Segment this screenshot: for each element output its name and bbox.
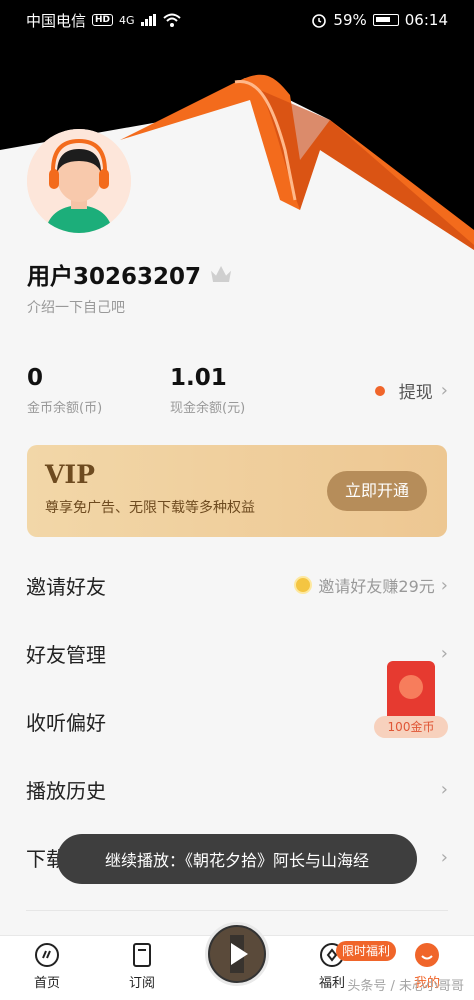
vip-open-button[interactable]: 立即开通 (327, 471, 427, 511)
red-packet-icon (399, 675, 423, 699)
network-type: 4G (119, 13, 135, 27)
vip-description: 尊享免广告、无限下载等多种权益 (45, 500, 255, 516)
vip-card[interactable]: VIP 尊享免广告、无限下载等多种权益 立即开通 (27, 445, 447, 537)
wifi-icon (162, 13, 181, 27)
cash-balance-label: 现金余额(元) (170, 401, 246, 416)
signal-icon (140, 14, 156, 26)
chevron-right-icon: › (440, 642, 448, 664)
battery-percent: 59% (333, 11, 367, 29)
tab-subscribe-label: 订阅 (128, 976, 155, 991)
coin-balance-label: 金币余额(币) (27, 401, 103, 416)
chevron-right-icon: › (440, 778, 448, 800)
tab-home[interactable]: 首页 (17, 942, 77, 991)
vip-title: VIP (45, 460, 95, 489)
alarm-icon (312, 14, 327, 28)
withdraw-label: 提现 (398, 383, 433, 403)
tab-welfare-label: 福利 (318, 976, 345, 991)
notification-dot (374, 385, 385, 396)
menu-item-label: 收听偏好 (26, 710, 106, 735)
username: 用户30263207 (27, 264, 202, 290)
divider (26, 910, 448, 911)
withdraw-button[interactable]: 提现 › (374, 378, 448, 403)
menu-item-label: 好友管理 (26, 642, 106, 667)
username-row[interactable]: 用户30263207 (27, 257, 232, 291)
tab-home-label: 首页 (33, 976, 60, 991)
carrier-name: 中国电信 (26, 11, 87, 30)
bookmark-icon (133, 943, 151, 967)
menu-item-invite[interactable]: 邀请好友 邀请好友赚29元 › (0, 551, 474, 619)
continue-playing-text: 继续播放：《朝花夕拾》阿长与山海经 (104, 851, 369, 870)
invite-hint: 邀请好友赚29元 (318, 577, 435, 596)
status-bar: 中国电信 HD 4G 59% 06:14 (0, 0, 474, 40)
chevron-right-icon: › (440, 846, 448, 868)
crown-icon (211, 266, 232, 282)
cash-balance-value: 1.01 (170, 365, 227, 391)
chevron-right-icon: › (440, 380, 448, 401)
menu-item-history[interactable]: 播放历史 › (0, 755, 474, 823)
coin-balance[interactable]: 0 金币余额(币) (27, 365, 102, 416)
cash-balance[interactable]: 1.01 现金余额(元) (170, 365, 245, 416)
chevron-right-icon: › (440, 574, 448, 596)
battery-icon (372, 14, 399, 26)
red-packet-widget[interactable] (387, 661, 435, 723)
red-packet-label[interactable]: 100金币 (374, 716, 448, 738)
avatar-illustration (27, 129, 131, 233)
menu-item-label: 邀请好友 (26, 574, 106, 599)
continue-playing-toast[interactable]: 继续播放：《朝花夕拾》阿长与山海经 (57, 834, 417, 884)
welfare-badge: 限时福利 (336, 941, 397, 961)
home-icon (35, 943, 59, 967)
coin-icon (294, 576, 313, 594)
play-icon (210, 927, 264, 981)
user-bio[interactable]: 介绍一下自己吧 (27, 297, 125, 317)
smile-icon (415, 943, 439, 967)
now-playing-button[interactable] (205, 922, 269, 986)
tab-subscribe[interactable]: 订阅 (112, 942, 172, 991)
avatar[interactable] (27, 129, 131, 233)
coin-balance-value: 0 (27, 365, 44, 391)
watermark: 头条号 / 未心小哥哥 (347, 979, 464, 994)
menu-item-label: 播放历史 (26, 778, 106, 803)
hd-badge: HD (92, 14, 114, 26)
clock: 06:14 (404, 11, 448, 29)
